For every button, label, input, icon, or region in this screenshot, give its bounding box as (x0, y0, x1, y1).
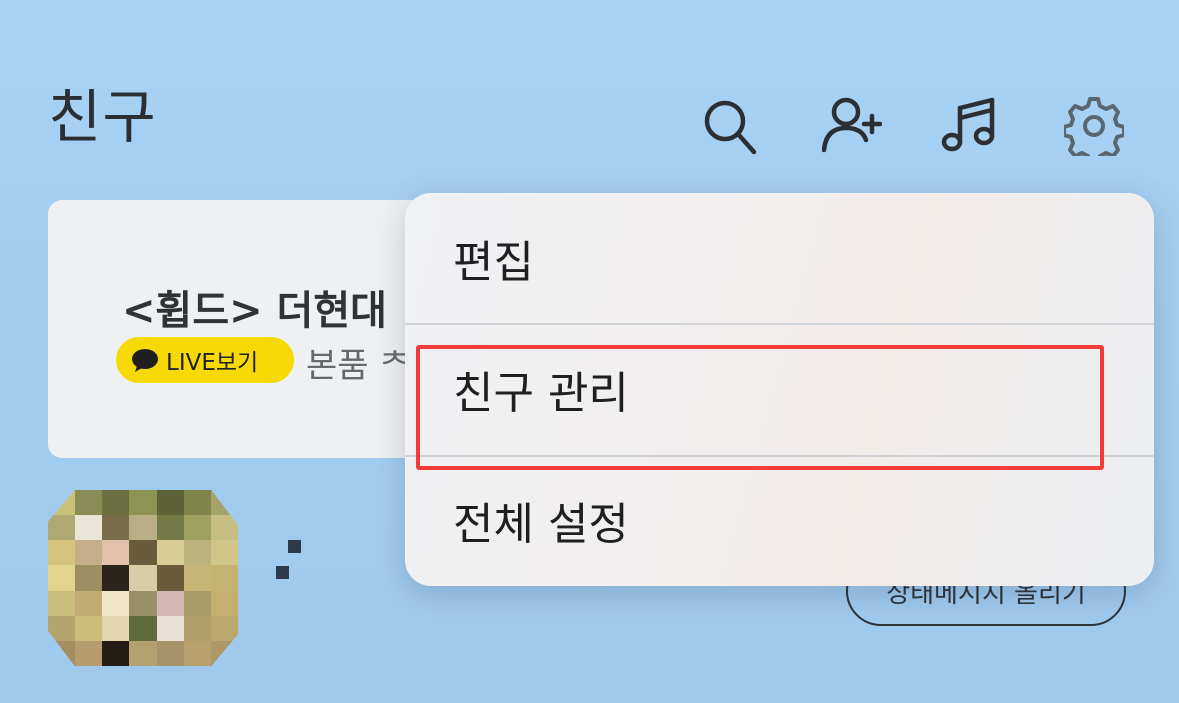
chat-bubble-icon (132, 349, 158, 372)
music-icon[interactable] (940, 96, 1000, 156)
menu-item-all-settings[interactable]: 전체 설정 (405, 455, 1154, 585)
card-subtitle: 본품 ᄎ (306, 346, 411, 386)
avatar[interactable] (48, 490, 238, 666)
live-badge-label: LIVE보기 (166, 350, 259, 376)
highlight-box (416, 345, 1104, 470)
menu-item-edit[interactable]: 편집 (405, 193, 1154, 323)
page-title: 친구 (48, 83, 157, 151)
search-icon[interactable] (700, 96, 760, 156)
pixel-dot (276, 566, 289, 579)
card-title: <휩드> 더현대 (122, 288, 387, 334)
live-badge[interactable]: LIVE보기 (116, 337, 294, 383)
add-friend-icon[interactable] (822, 96, 882, 156)
settings-icon[interactable] (1064, 96, 1124, 156)
pixel-dot (288, 540, 301, 553)
